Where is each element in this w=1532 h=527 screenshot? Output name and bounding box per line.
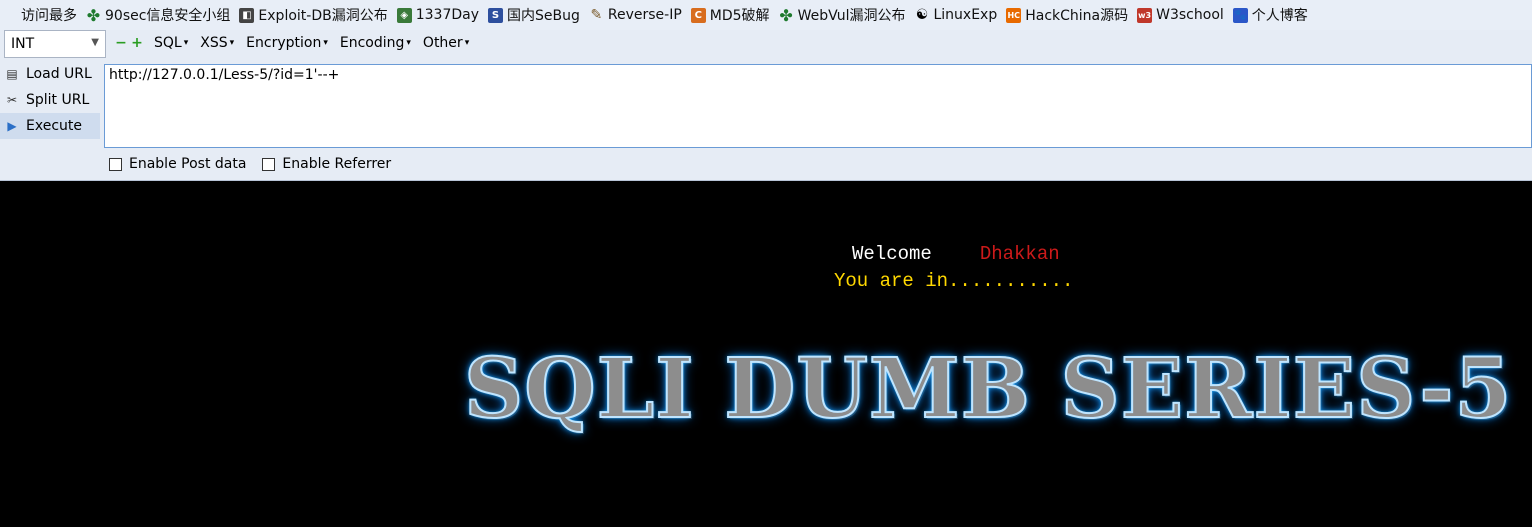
bookmark-label: MD5破解 [709, 8, 770, 24]
button-label: Split URL [26, 92, 90, 108]
bookmark-label: 国内SeBug [507, 8, 580, 24]
bookmark-hackchina[interactable]: HC HackChina源码 [1004, 5, 1128, 25]
menu-xss[interactable]: XSS ▾ [200, 35, 234, 51]
pen-icon: ✎ [590, 7, 603, 23]
user-name: Dhakkan [979, 243, 1060, 265]
bookmark-blog[interactable]: 🐾 个人博客 [1231, 5, 1308, 25]
page-banner: SQLI DUMB SERIES-5 [463, 340, 1513, 438]
bookmark-label: WebVul漏洞公布 [797, 8, 906, 24]
w3-icon: w3 [1137, 7, 1153, 23]
caret-icon: ▾ [464, 38, 470, 48]
page-content: Welcome Dhakkan You are in........... SQL… [0, 181, 1532, 527]
menu-label: Encryption [246, 35, 322, 51]
hackbar-panel: INT ▼ − + SQL ▾ XSS ▾ Encryption ▾ Encoding… [0, 30, 1532, 181]
menu-encoding[interactable]: Encoding ▾ [340, 35, 411, 51]
minus-icon[interactable]: − [115, 35, 127, 51]
play-icon: ▶ [7, 119, 17, 133]
checkbox-label: Enable Referrer [282, 156, 392, 172]
bookmark-exploit-db[interactable]: ◧ Exploit-DB漏洞公布 [237, 5, 388, 25]
status-message: You are in........... [834, 270, 1074, 292]
url-input[interactable]: http://127.0.0.1/Less-5/?id=1'--+ [104, 64, 1532, 148]
c-icon: C [690, 7, 706, 23]
folder-icon [2, 8, 17, 23]
hackbar-actions: ▤ Load URL ✂ Split URL ▶ Execute [0, 61, 100, 139]
bookmark-label: Exploit-DB漏洞公布 [258, 8, 388, 24]
bookmark-md5[interactable]: C MD5破解 [689, 5, 770, 25]
bookmarks-bar: 访问最多 ✤ 90sec信息安全小组 ◧ Exploit-DB漏洞公布 ◈ 13… [0, 0, 1532, 30]
menu-other[interactable]: Other ▾ [423, 35, 469, 51]
bookmark-label: LinuxExp [933, 7, 998, 23]
split-url-button[interactable]: ✂ Split URL [0, 87, 100, 113]
checkbox-box [262, 157, 276, 171]
menu-label: SQL [154, 35, 182, 51]
bookmark-label: 90sec信息安全小组 [105, 8, 231, 24]
hackbar-menus: SQL ▾ XSS ▾ Encryption ▾ Encoding ▾ Other ▾ [154, 35, 469, 51]
load-url-button[interactable]: ▤ Load URL [0, 61, 100, 87]
bookmark-label: 个人博客 [1251, 8, 1308, 24]
menu-sql[interactable]: SQL ▾ [154, 35, 188, 51]
type-select[interactable]: INT ▼ [4, 30, 106, 58]
s-icon: S [488, 7, 503, 23]
menu-encryption[interactable]: Encryption ▾ [246, 35, 328, 51]
bookmark-label: 1337Day [415, 7, 479, 23]
bookmark-label: HackChina源码 [1025, 8, 1129, 24]
star-icon: ✤ [86, 5, 101, 25]
enable-post-checkbox[interactable]: Enable Post data [109, 156, 246, 172]
doc-icon: ◧ [239, 7, 255, 23]
caret-icon: ▾ [323, 38, 328, 48]
enable-referrer-checkbox[interactable]: Enable Referrer [262, 156, 391, 172]
star-icon: ✤ [779, 5, 793, 25]
bookmark-label: 访问最多 [21, 8, 77, 24]
button-label: Load URL [26, 66, 92, 82]
scissors-icon: ✂ [6, 93, 18, 107]
hackbar-options: Enable Post data Enable Referrer [109, 156, 391, 172]
increment-controls: − + [115, 35, 143, 51]
load-icon: ▤ [6, 67, 18, 81]
checkbox-box [109, 157, 122, 171]
bookmark-90sec[interactable]: ✤ 90sec信息安全小组 [84, 5, 231, 25]
paw-icon: 🐾 [1232, 7, 1248, 23]
caret-icon: ▾ [406, 38, 411, 48]
caret-icon: ▾ [183, 38, 189, 48]
bookmark-label: Reverse-IP [607, 7, 682, 23]
plus-icon[interactable]: + [131, 35, 143, 51]
bookmark-label: W3school [1156, 7, 1224, 23]
bookmark-1337day[interactable]: ◈ 1337Day [395, 7, 479, 23]
bookmark-linuxexp[interactable]: ☯ LinuxExp [912, 7, 998, 23]
welcome-line: Welcome Dhakkan [852, 243, 1060, 265]
bookmark-webvul[interactable]: ✤ WebVul漏洞公布 [777, 5, 906, 25]
welcome-text: Welcome [852, 243, 932, 265]
execute-button[interactable]: ▶ Execute [0, 113, 100, 139]
select-value: INT [11, 36, 35, 52]
checkbox-label: Enable Post data [129, 156, 247, 172]
caret-icon: ▾ [229, 38, 235, 48]
bookmark-sebug[interactable]: S 国内SeBug [486, 5, 580, 25]
bookmark-reverse-ip[interactable]: ✎ Reverse-IP [587, 7, 682, 23]
bookmark-w3school[interactable]: w3 W3school [1135, 7, 1224, 23]
green-icon: ◈ [396, 7, 412, 23]
chevron-down-icon: ▼ [91, 37, 99, 48]
menu-label: Other [422, 35, 463, 51]
menu-label: XSS [200, 35, 228, 51]
button-label: Execute [26, 118, 82, 134]
menu-label: Encoding [339, 35, 405, 51]
linux-icon: ☯ [915, 7, 929, 23]
bookmark-most-visited[interactable]: 访问最多 [0, 5, 77, 25]
hc-icon: HC [1006, 7, 1022, 23]
